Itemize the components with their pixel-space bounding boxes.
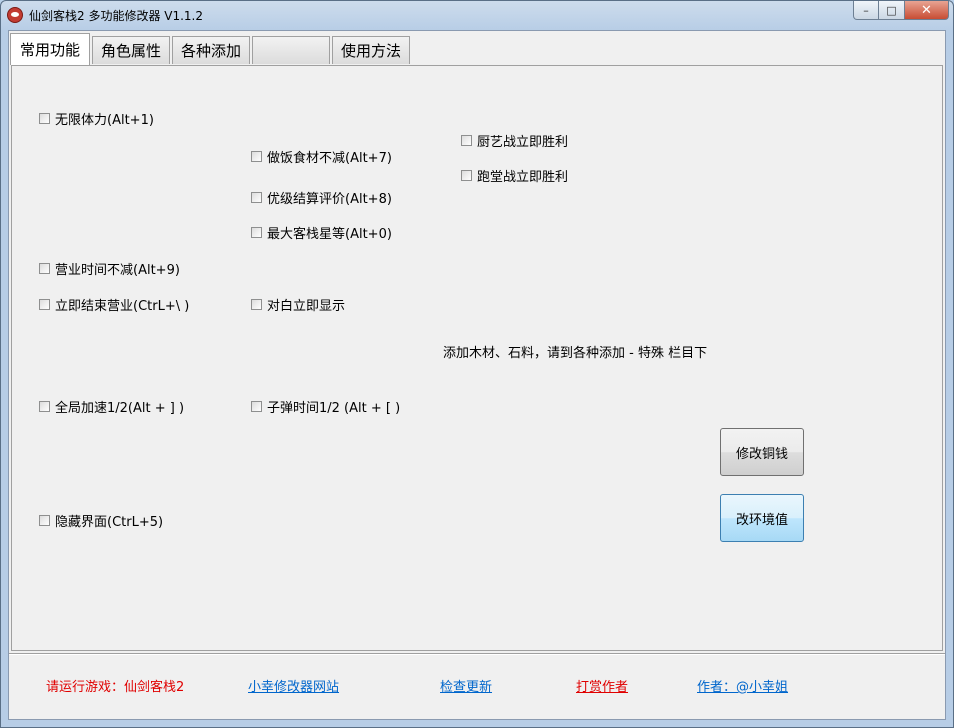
close-icon: ✕ — [921, 2, 932, 18]
checkbox-box[interactable] — [251, 299, 262, 310]
title-bar[interactable]: 仙剑客栈2 多功能修改器 V1.1.2 – □ ✕ — [1, 1, 953, 29]
modify-money-button[interactable]: 修改铜钱 — [720, 428, 804, 476]
checkbox-label: 全局加速1/2(Alt + ] ) — [55, 401, 185, 416]
modify-env-button[interactable]: 改环境值 — [720, 494, 804, 542]
checkbox-box[interactable] — [39, 401, 50, 412]
checkbox-cooking-no-reduce[interactable]: 做饭食材不减(Alt+7) — [251, 147, 392, 166]
app-icon — [7, 7, 23, 23]
tab-blank[interactable] — [252, 36, 330, 64]
client-area: 常用功能 角色属性 各种添加 使用方法 无限体力(Alt+1) 厨艺战立即胜利 … — [8, 30, 946, 720]
close-button[interactable]: ✕ — [905, 1, 949, 20]
checkbox-label: 跑堂战立即胜利 — [477, 170, 569, 185]
tab-add[interactable]: 各种添加 — [172, 36, 250, 64]
check-update-link[interactable]: 检查更新 — [440, 676, 492, 695]
window-controls: – □ ✕ — [853, 1, 949, 21]
checkbox-box[interactable] — [251, 151, 262, 162]
checkbox-box[interactable] — [39, 263, 50, 274]
checkbox-label: 做饭食材不减(Alt+7) — [267, 151, 392, 166]
minimize-icon: – — [863, 3, 869, 17]
checkbox-box[interactable] — [39, 299, 50, 310]
checkbox-running-win[interactable]: 跑堂战立即胜利 — [461, 166, 568, 185]
author-link[interactable]: 作者：@小幸姐 — [697, 676, 788, 695]
checkbox-box[interactable] — [39, 113, 50, 124]
checkbox-label: 优级结算评价(Alt+8) — [267, 192, 392, 207]
tab-character[interactable]: 角色属性 — [92, 36, 170, 64]
app-window: 仙剑客栈2 多功能修改器 V1.1.2 – □ ✕ 常用功能 角色属性 各种添加… — [0, 0, 954, 728]
window-title: 仙剑客栈2 多功能修改器 V1.1.2 — [29, 9, 204, 23]
checkbox-cooking-win[interactable]: 厨艺战立即胜利 — [461, 131, 568, 150]
tab-panel-common: 无限体力(Alt+1) 厨艺战立即胜利 做饭食材不减(Alt+7) 跑堂战立即胜… — [11, 65, 943, 651]
checkbox-dialog-instant[interactable]: 对白立即显示 — [251, 295, 345, 314]
checkbox-business-time[interactable]: 营业时间不减(Alt+9) — [39, 259, 180, 278]
info-note: 添加木材、石料，请到各种添加 - 特殊 栏目下 — [443, 346, 708, 361]
checkbox-global-speed[interactable]: 全局加速1/2(Alt + ] ) — [39, 397, 184, 416]
maximize-icon: □ — [886, 3, 897, 17]
checkbox-bullet-time[interactable]: 子弹时间1/2 (Alt + [ ) — [251, 397, 400, 416]
checkbox-box[interactable] — [251, 192, 262, 203]
minimize-button[interactable]: – — [853, 1, 879, 20]
checkbox-label: 最大客栈星等(Alt+0) — [267, 227, 392, 242]
checkbox-label: 无限体力(Alt+1) — [55, 113, 154, 128]
checkbox-box[interactable] — [39, 515, 50, 526]
checkbox-box[interactable] — [461, 135, 472, 146]
checkbox-box[interactable] — [461, 170, 472, 181]
donate-link[interactable]: 打赏作者 — [576, 676, 628, 695]
tab-common[interactable]: 常用功能 — [10, 33, 90, 65]
game-status-text: 请运行游戏：仙剑客栈2 — [46, 680, 185, 695]
checkbox-label: 立即结束营业(CtrL+\ ) — [55, 299, 190, 314]
checkbox-best-rating[interactable]: 优级结算评价(Alt+8) — [251, 188, 392, 207]
checkbox-max-star[interactable]: 最大客栈星等(Alt+0) — [251, 223, 392, 242]
footer-divider — [9, 653, 945, 655]
tab-usage[interactable]: 使用方法 — [332, 36, 410, 64]
checkbox-label: 厨艺战立即胜利 — [477, 135, 569, 150]
checkbox-box[interactable] — [251, 401, 262, 412]
checkbox-end-business[interactable]: 立即结束营业(CtrL+\ ) — [39, 295, 189, 314]
checkbox-label: 营业时间不减(Alt+9) — [55, 263, 180, 278]
checkbox-unlimited-stamina[interactable]: 无限体力(Alt+1) — [39, 109, 154, 128]
checkbox-hide-ui[interactable]: 隐藏界面(CtrL+5) — [39, 511, 163, 530]
checkbox-label: 隐藏界面(CtrL+5) — [55, 515, 164, 530]
maximize-button[interactable]: □ — [879, 1, 905, 20]
checkbox-label: 子弹时间1/2 (Alt + [ ) — [267, 401, 401, 416]
checkbox-box[interactable] — [251, 227, 262, 238]
checkbox-label: 对白立即显示 — [267, 299, 346, 314]
website-link[interactable]: 小幸修改器网站 — [248, 676, 339, 695]
